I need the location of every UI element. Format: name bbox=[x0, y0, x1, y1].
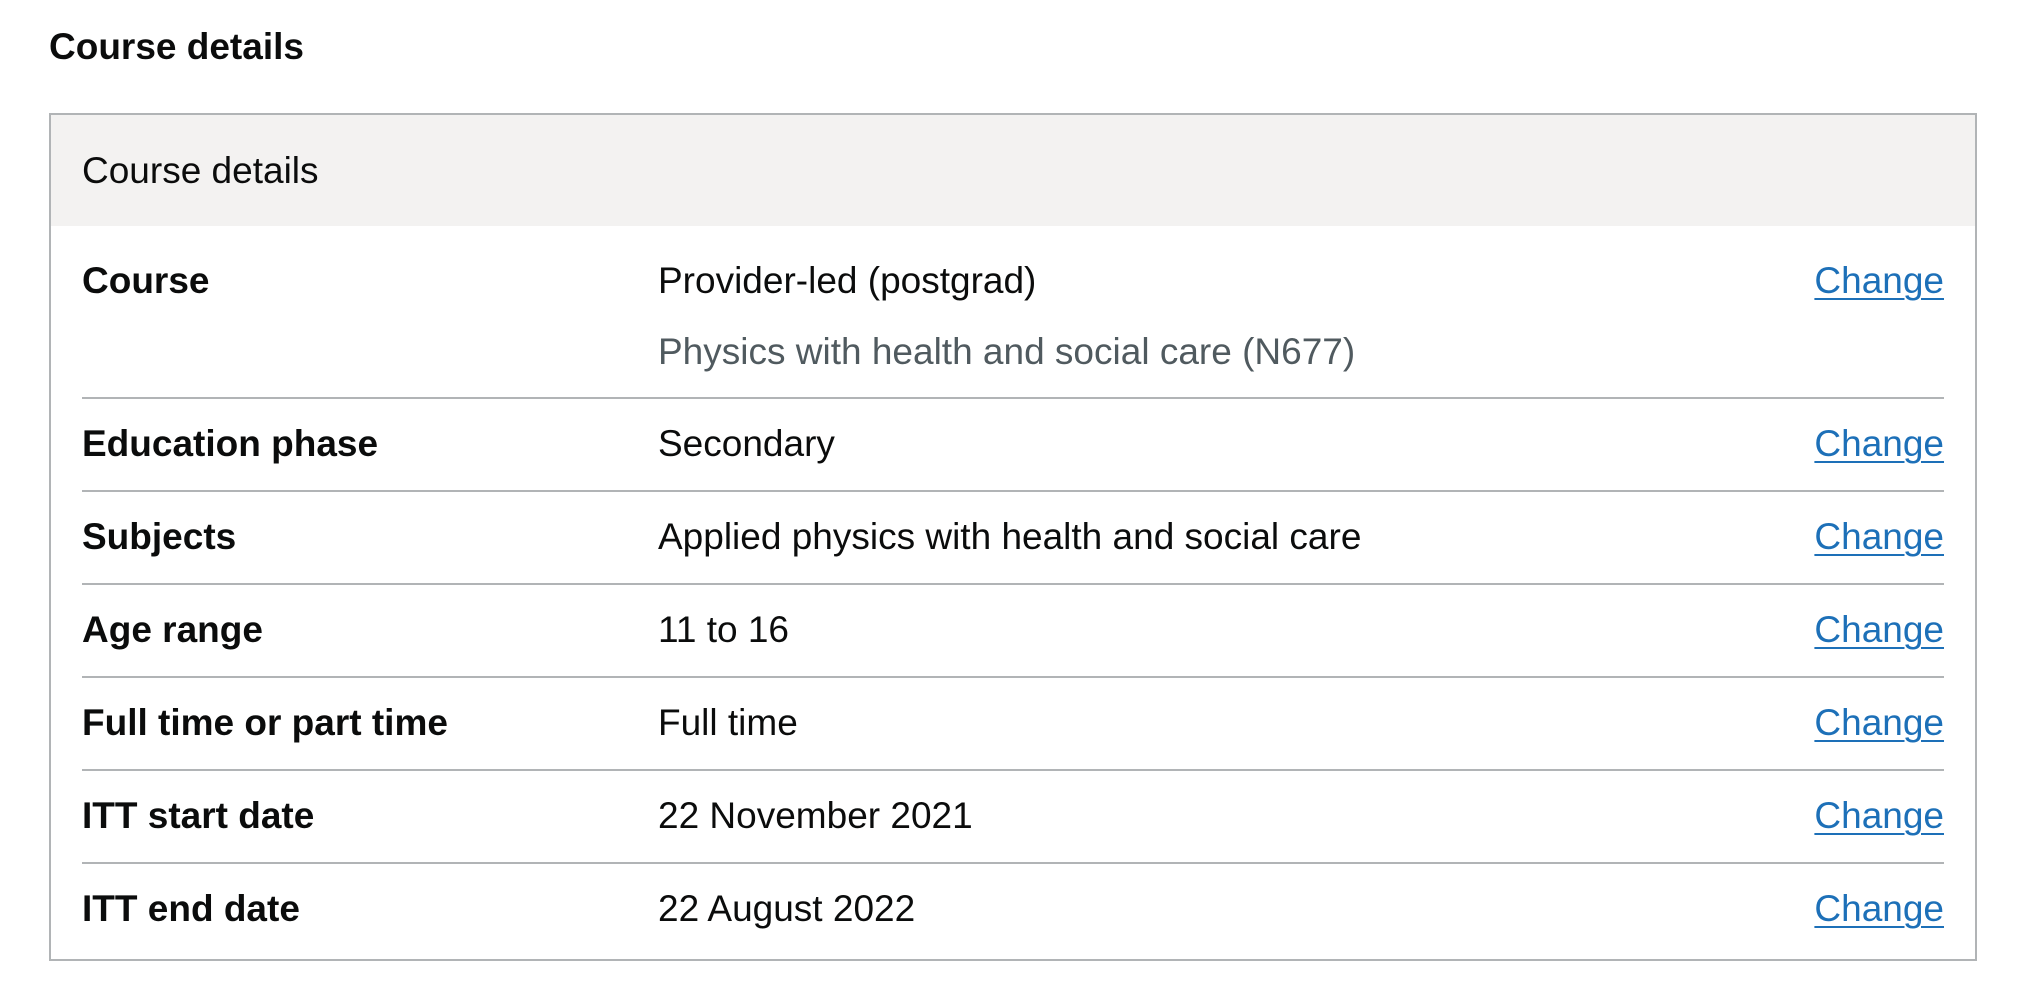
change-itt-end-date-link[interactable]: Change bbox=[1814, 884, 1944, 934]
change-age-range-link[interactable]: Change bbox=[1814, 605, 1944, 655]
summary-row-education-phase: Education phase Secondary Change bbox=[82, 399, 1944, 492]
course-details-summary-card: Course details Course Provider-led (post… bbox=[49, 113, 1977, 961]
summary-row-age-range: Age range 11 to 16 Change bbox=[82, 585, 1944, 678]
summary-key-study-mode: Full time or part time bbox=[82, 702, 448, 743]
summary-card-title: Course details bbox=[82, 150, 319, 191]
summary-row-subjects: Subjects Applied physics with health and… bbox=[82, 492, 1944, 585]
course-route-value: Provider-led (postgrad) bbox=[658, 260, 1037, 301]
change-study-mode-link[interactable]: Change bbox=[1814, 698, 1944, 748]
summary-key-education-phase: Education phase bbox=[82, 423, 379, 464]
summary-key-age-range: Age range bbox=[82, 609, 263, 650]
summary-row-itt-end-date: ITT end date 22 August 2022 Change bbox=[82, 864, 1944, 957]
summary-value-itt-start-date: 22 November 2021 bbox=[658, 795, 973, 836]
page-title: Course details bbox=[49, 26, 304, 67]
summary-row-itt-start-date: ITT start date 22 November 2021 Change bbox=[82, 771, 1944, 864]
course-name-hint: Physics with health and social care (N67… bbox=[658, 331, 1356, 372]
summary-value-subjects: Applied physics with health and social c… bbox=[658, 516, 1362, 557]
summary-key-subjects: Subjects bbox=[82, 516, 237, 557]
summary-key-itt-start-date: ITT start date bbox=[82, 795, 315, 836]
summary-row-course: Course Provider-led (postgrad) Physics w… bbox=[82, 226, 1944, 399]
summary-row-study-mode: Full time or part time Full time Change bbox=[82, 678, 1944, 771]
summary-key-itt-end-date: ITT end date bbox=[82, 888, 300, 929]
summary-value-course: Provider-led (postgrad) Physics with hea… bbox=[658, 256, 1814, 377]
summary-key-course: Course bbox=[82, 260, 210, 301]
summary-value-study-mode: Full time bbox=[658, 702, 798, 743]
change-education-phase-link[interactable]: Change bbox=[1814, 419, 1944, 469]
summary-card-header: Course details bbox=[51, 115, 1975, 226]
change-course-link[interactable]: Change bbox=[1814, 256, 1944, 306]
summary-value-education-phase: Secondary bbox=[658, 423, 835, 464]
change-itt-start-date-link[interactable]: Change bbox=[1814, 791, 1944, 841]
change-subjects-link[interactable]: Change bbox=[1814, 512, 1944, 562]
summary-list: Course Provider-led (postgrad) Physics w… bbox=[51, 226, 1975, 957]
summary-value-age-range: 11 to 16 bbox=[658, 609, 789, 650]
summary-value-itt-end-date: 22 August 2022 bbox=[658, 888, 916, 929]
